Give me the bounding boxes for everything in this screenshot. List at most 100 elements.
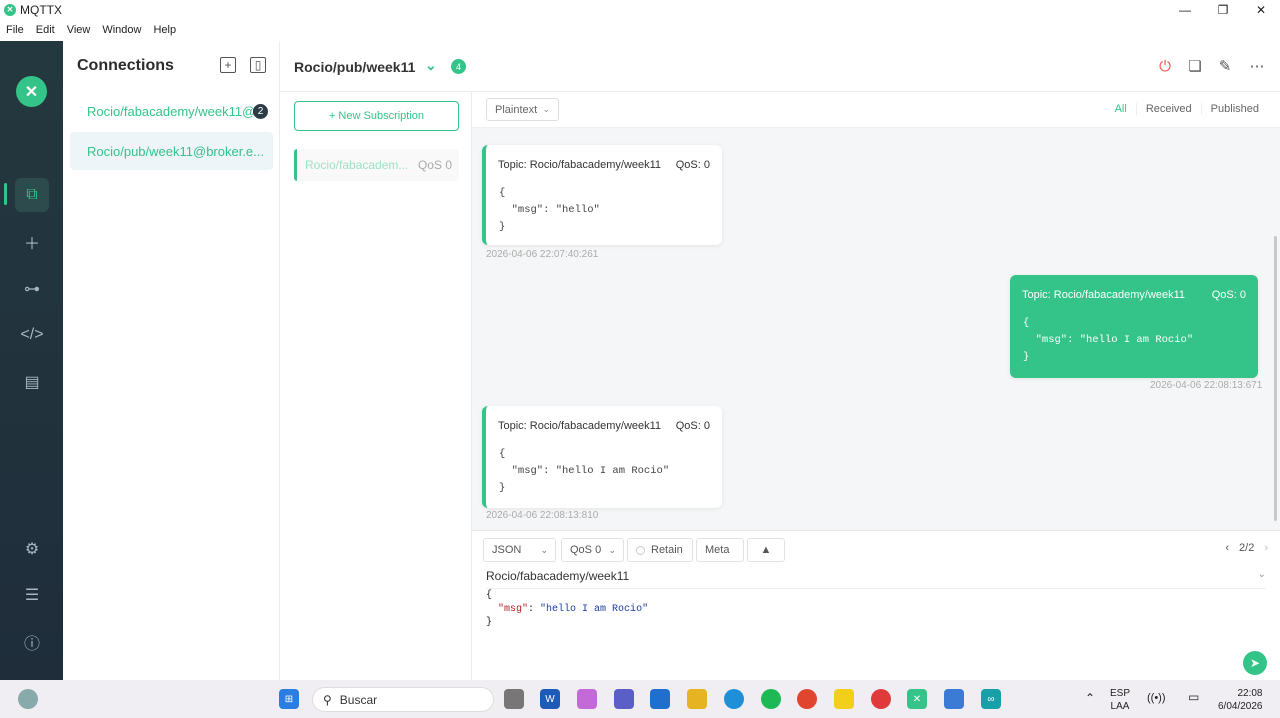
pager-value: 2/2 [1239,542,1255,554]
toggle-sidebar-icon[interactable]: ▯ [250,57,266,73]
teams-icon[interactable] [614,689,634,709]
search-placeholder: Buscar [339,692,378,707]
message-topic: Topic: Rocio/fabacademy/week11 [1022,289,1186,301]
message-list: Topic: Rocio/fabacademy/week11 QoS: 0 { "… [472,128,1280,530]
filter-received-tab[interactable]: Received [1135,103,1201,115]
connection-item-selected[interactable]: Rocio/pub/week11@broker.e... [70,132,273,170]
more-icon[interactable]: ⋯ [1247,56,1267,76]
send-button[interactable]: ➤ [1243,651,1267,675]
connection-item[interactable]: Rocio/fabacademy/week11@... 2 [70,92,273,130]
qos-select[interactable]: QoS 0 ⌄ [561,538,624,562]
battery-icon[interactable]: ▭ [1188,691,1199,704]
message-timestamp: 2026-04-06 22:08:13:671 [1150,380,1263,391]
lang-top: ESP [1110,688,1131,699]
spotify-icon[interactable] [761,689,781,709]
received-message-card: Topic: Rocio/fabacademy/week11 QoS: 0 { "… [482,406,722,508]
menu-help[interactable]: Help [147,24,182,36]
menu-file[interactable]: File [0,24,30,36]
code-key: "msg" [498,603,529,615]
windows-taskbar: ⊞ ⚲ Buscar W ✕ ∞ ⌃ ESP LAA ((•)) ▭ 22:08… [0,680,1280,718]
pdf-reader-icon[interactable] [871,689,891,709]
maximize-button[interactable]: ❐ [1204,0,1242,19]
scrollbar[interactable] [1274,236,1277,521]
edit-icon[interactable]: ✎ [1215,56,1235,76]
clock[interactable]: 22:08 6/04/2026 [1218,687,1263,713]
weather-icon[interactable] [18,689,38,709]
retain-radio-icon [636,545,645,555]
message-payload: { "msg": "hello" } [499,187,600,233]
nav-rail: ✕ ⧉ ＋ ⊶ </> ▤ ⚙ ☰ ⓘ [0,41,63,680]
chevron-down-icon: ⌄ [540,544,548,555]
add-connection-icon[interactable]: + [220,57,236,73]
tray-chevron-icon[interactable]: ⌃ [1085,692,1095,705]
connections-nav-icon[interactable]: ⧉ [15,178,49,212]
expand-up-icon[interactable]: ▲ [747,538,785,562]
menu-view[interactable]: View [61,24,97,36]
wifi-icon[interactable]: ((•)) [1147,692,1166,705]
connection-header: Rocio/pub/week11 ⌄ 4 ⏻ ❏ ✎ ⋯ [280,41,1280,92]
payload-editor[interactable]: { "msg": "hello I am Rocio" } [486,589,648,630]
filter-all-tab[interactable]: All [1106,103,1136,115]
new-subscription-button[interactable]: + New Subscription [294,101,459,131]
copilot-icon[interactable] [577,689,597,709]
clock-time: 22:08 [1237,688,1263,699]
subscriptions-panel: + New Subscription Rocio/fabacadem... Qo… [280,92,472,680]
task-view-icon[interactable] [504,689,524,709]
retain-toggle[interactable]: Retain [627,538,693,562]
app-logo-icon: ✕ [16,76,47,107]
arduino-icon[interactable]: ∞ [981,689,1001,709]
outlook-icon[interactable] [650,689,670,709]
payload-format-value: Plaintext [495,103,538,116]
menu-window[interactable]: Window [96,24,147,36]
topic-input-value: Rocio/fabacademy/week11 [486,569,630,583]
sticky-notes-icon[interactable] [834,689,854,709]
log-nav-icon[interactable]: ▤ [15,365,49,399]
new-window-icon[interactable]: ❏ [1185,56,1205,76]
script-nav-icon[interactable]: </> [15,318,49,352]
active-indicator [4,183,7,205]
subscription-qos: QoS 0 [417,158,452,172]
start-icon[interactable]: ⊞ [279,689,299,709]
message-count-badge: 4 [451,59,466,74]
menu-edit[interactable]: Edit [30,24,61,36]
message-topic: Topic: Rocio/fabacademy/week11 [498,420,662,432]
message-topic: Topic: Rocio/fabacademy/week11 [498,159,662,171]
new-connection-nav-icon[interactable]: ＋ [15,225,49,259]
collapse-chevron-icon[interactable]: ⌄ [425,57,437,74]
edge-icon[interactable] [724,689,744,709]
input-language[interactable]: ESP LAA [1110,687,1130,713]
message-payload: { "msg": "hello I am Rocio" } [1023,317,1194,363]
message-composer: JSON ⌄ QoS 0 ⌄ Retain Meta ▲ ‹ 2/2 › Rocio… [472,530,1280,680]
code-value: "hello I am Rocio" [540,603,649,615]
store-icon[interactable] [944,689,964,709]
disconnect-icon[interactable]: ⏻ [1155,56,1175,76]
lang-bottom: LAA [1110,701,1130,712]
code-line: } [486,617,493,628]
subscription-item[interactable]: Rocio/fabacadem... QoS 0 [294,149,459,181]
close-button[interactable]: ✕ [1242,0,1280,19]
chrome-icon[interactable] [797,689,817,709]
word-icon[interactable]: W [540,689,560,709]
topology-nav-icon[interactable]: ⊶ [15,272,49,306]
feed-nav-icon[interactable]: ☰ [15,578,49,612]
next-icon[interactable]: › [1264,542,1268,554]
meta-button[interactable]: Meta [696,538,744,562]
minimize-button[interactable]: — [1166,0,1204,19]
payload-type-value: JSON [492,544,522,556]
settings-nav-icon[interactable]: ⚙ [15,532,49,566]
prev-icon[interactable]: ‹ [1225,542,1229,554]
mqttx-logo-icon: ✕ [4,3,16,16]
message-filter-bar: Plaintext ⌄ All Received Published [472,92,1280,128]
payload-type-select[interactable]: JSON ⌄ [483,538,556,562]
file-explorer-icon[interactable] [687,689,707,709]
connection-label: Rocio/fabacademy/week11@... [87,103,267,119]
about-nav-icon[interactable]: ⓘ [15,625,49,659]
payload-format-select[interactable]: Plaintext ⌄ [486,98,559,121]
connections-title: Connections [77,57,174,74]
message-qos: QoS: 0 [675,159,710,171]
topic-input[interactable]: Rocio/fabacademy/week11 ⌄ [486,569,1266,589]
message-qos: QoS: 0 [1211,289,1246,301]
filter-published-tab[interactable]: Published [1200,103,1268,115]
taskbar-search[interactable]: ⚲ Buscar [312,687,494,712]
mqttx-taskbar-icon[interactable]: ✕ [907,689,927,709]
